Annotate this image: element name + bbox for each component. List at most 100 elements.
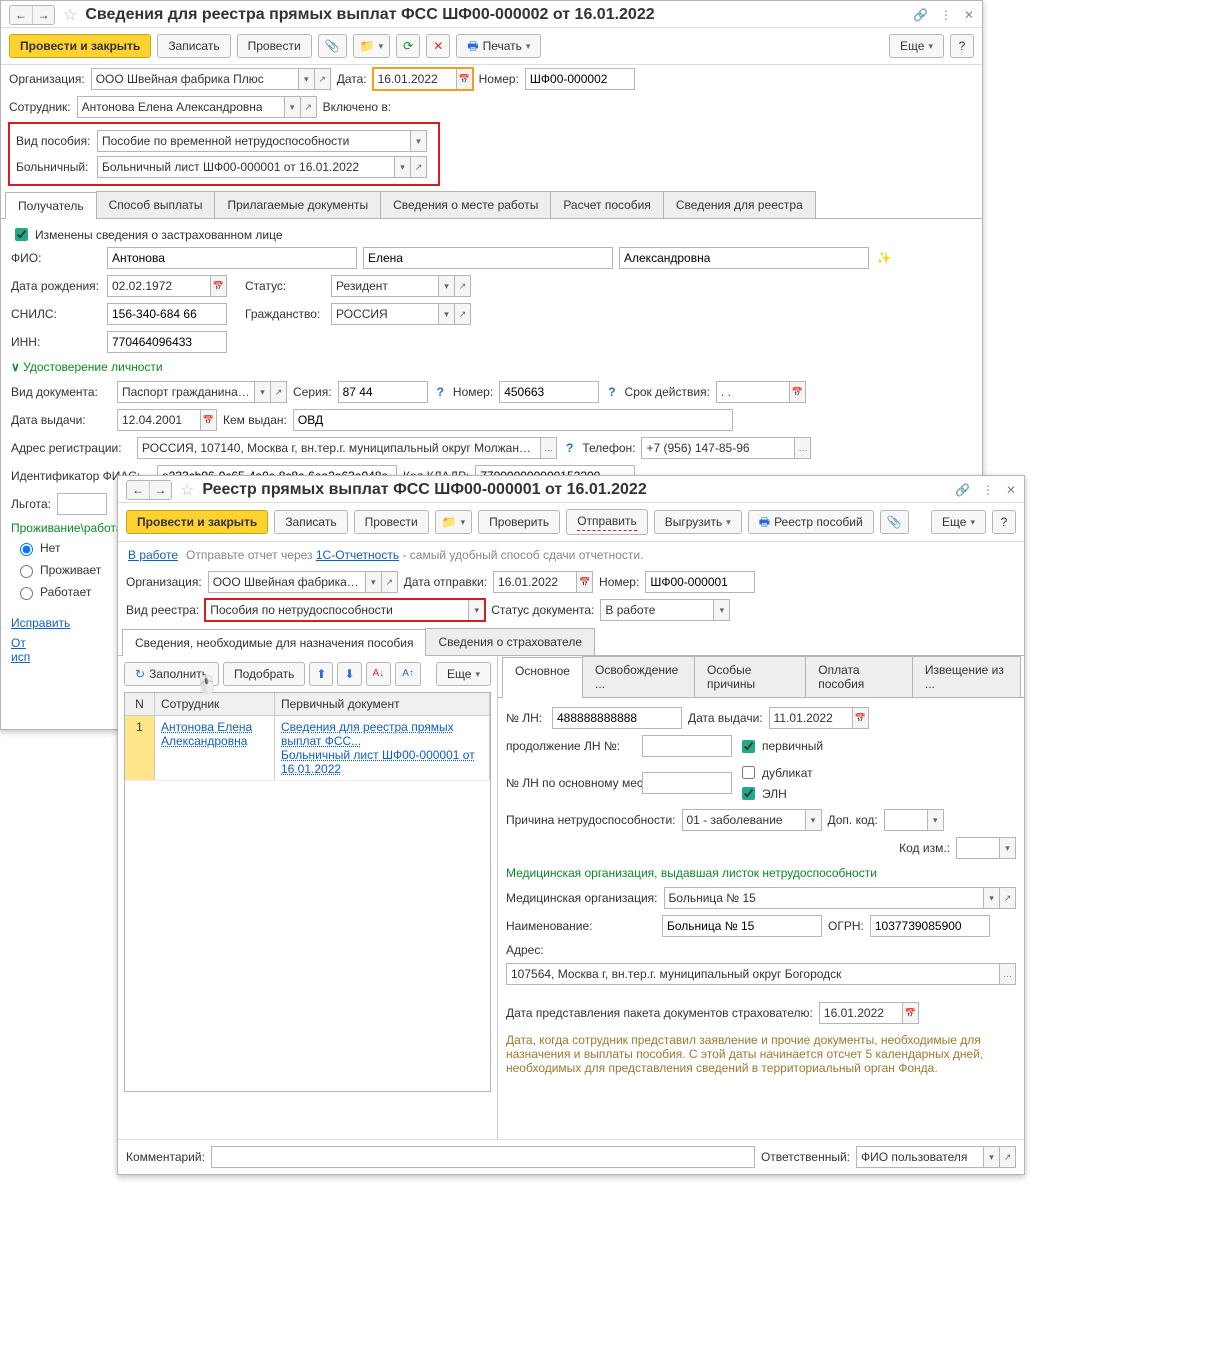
- ln-input[interactable]: [552, 707, 682, 729]
- pick-button[interactable]: Подобрать: [223, 662, 305, 686]
- ogrn-input[interactable]: [870, 915, 990, 937]
- th-emp[interactable]: Сотрудник: [155, 693, 275, 715]
- check-button[interactable]: Проверить: [478, 510, 560, 534]
- org-combo[interactable]: ООО Швейная фабрика Плюс▾↗: [91, 68, 331, 90]
- export-button[interactable]: Выгрузить ▾: [654, 510, 742, 534]
- table-row[interactable]: 1 Антонова Елена Александровна Сведения …: [125, 716, 490, 781]
- tab-insurer-info[interactable]: Сведения о страхователе: [425, 628, 595, 655]
- date-input[interactable]: 16.01.2022📅: [373, 68, 473, 90]
- delete-button[interactable]: ✕: [426, 34, 450, 58]
- inn-input[interactable]: [107, 331, 227, 353]
- name-input[interactable]: [662, 915, 822, 937]
- status-combo[interactable]: Резидент▾↗: [331, 275, 471, 297]
- more-button[interactable]: Еще ▾: [889, 34, 944, 58]
- valid-date-input[interactable]: . . 📅: [716, 381, 806, 403]
- num-input[interactable]: [525, 68, 635, 90]
- save-button-2[interactable]: Записать: [274, 510, 347, 534]
- tab-assignment-info[interactable]: Сведения, необходимые для назначения пос…: [122, 629, 426, 656]
- changed-checkbox[interactable]: Изменены сведения о застрахованном лице: [11, 225, 283, 244]
- medorg-combo[interactable]: Больница № 15▾↗: [664, 887, 1016, 909]
- nav-back[interactable]: ←: [10, 6, 32, 24]
- nav-forward-2[interactable]: →: [149, 481, 171, 499]
- addr-input[interactable]: РОССИЯ, 107140, Москва г, вн.тер.г. муни…: [137, 437, 557, 459]
- help-icon[interactable]: ?: [434, 385, 447, 399]
- attach-button-2[interactable]: 📎: [880, 510, 909, 534]
- folder-button[interactable]: 📁▾: [353, 34, 390, 58]
- status-link[interactable]: В работе: [128, 548, 178, 562]
- emp-combo[interactable]: Антонова Елена Александровна▾↗: [77, 96, 317, 118]
- nav-back-2[interactable]: ←: [127, 481, 149, 499]
- ln-main-input[interactable]: [642, 772, 732, 794]
- series-input[interactable]: [338, 381, 428, 403]
- doc-link-1[interactable]: Сведения для реестра прямых выплат ФСС..…: [281, 720, 483, 748]
- rtab-main[interactable]: Основное: [502, 657, 583, 698]
- org-combo-2[interactable]: ООО Швейная фабрика Плюс▾↗: [208, 571, 398, 593]
- doctype-combo[interactable]: Паспорт гражданина Рос▾↗: [117, 381, 287, 403]
- lastname-input[interactable]: [107, 247, 357, 269]
- doc-link-2[interactable]: Больничный лист ШФ00-000001 от 16.01.202…: [281, 748, 483, 776]
- issued-by-input[interactable]: [293, 409, 733, 431]
- th-n[interactable]: N: [125, 693, 155, 715]
- phone-input[interactable]: +7 (956) 147-85-96…: [641, 437, 811, 459]
- changecode-combo[interactable]: ▾: [956, 837, 1016, 859]
- comment-input[interactable]: [211, 1146, 755, 1168]
- tab-workplace[interactable]: Сведения о месте работы: [380, 191, 551, 218]
- link-icon[interactable]: 🔗: [913, 8, 928, 22]
- 1c-reporting-link[interactable]: 1С-Отчетность: [316, 548, 399, 562]
- tab-registry-info[interactable]: Сведения для реестра: [663, 191, 816, 218]
- post-button[interactable]: Провести: [237, 34, 312, 58]
- help-icon-3[interactable]: ?: [563, 441, 576, 455]
- docnum-input[interactable]: [499, 381, 599, 403]
- tab-attached-docs[interactable]: Прилагаемые документы: [214, 191, 381, 218]
- sort-asc-button[interactable]: A↓: [366, 662, 392, 686]
- help-button-2[interactable]: ?: [992, 510, 1016, 534]
- star-icon-2[interactable]: ☆: [176, 480, 198, 500]
- print-button[interactable]: 🖶 Печать ▾: [456, 34, 541, 58]
- resp-combo[interactable]: ФИО пользователя▾↗: [856, 1146, 1016, 1168]
- rtab-notice[interactable]: Извещение из ...: [912, 656, 1021, 697]
- addr2-input[interactable]: 107564, Москва г, вн.тер.г. муниципальны…: [506, 963, 1016, 985]
- folder-button-2[interactable]: 📁▾: [435, 510, 472, 534]
- send-date-input[interactable]: 16.01.2022📅: [493, 571, 593, 593]
- tab-payment-method[interactable]: Способ выплаты: [96, 191, 216, 218]
- rtab-special[interactable]: Особые причины: [694, 656, 806, 697]
- attach-button[interactable]: 📎: [318, 34, 347, 58]
- nav-forward[interactable]: →: [32, 6, 54, 24]
- tab-recipient[interactable]: Получатель: [5, 192, 97, 219]
- link-icon-2[interactable]: 🔗: [955, 483, 970, 497]
- citizen-combo[interactable]: РОССИЯ▾↗: [331, 303, 471, 325]
- reestr-button[interactable]: 🖶 Реестр пособий: [748, 510, 874, 534]
- issue-date-input[interactable]: 11.01.2022📅: [769, 707, 869, 729]
- primary-checkbox[interactable]: первичный: [738, 737, 823, 756]
- docstatus-combo[interactable]: В работе▾: [600, 599, 730, 621]
- move-down-button[interactable]: ⬇: [337, 662, 361, 686]
- wand-icon[interactable]: ✨: [875, 249, 893, 267]
- cause-combo[interactable]: 01 - заболевание▾: [682, 809, 822, 831]
- use-fix-link[interactable]: исп: [11, 650, 30, 664]
- kind-combo[interactable]: Пособие по временной нетрудоспособности▾: [97, 130, 427, 152]
- cancel-fix-link[interactable]: От: [11, 636, 26, 650]
- addcode-combo[interactable]: ▾: [884, 809, 944, 831]
- save-button[interactable]: Записать: [157, 34, 230, 58]
- cont-input[interactable]: [642, 735, 732, 757]
- snils-input[interactable]: [107, 303, 227, 325]
- more-button-2[interactable]: Еще ▾: [931, 510, 986, 534]
- close-icon[interactable]: ✕: [964, 8, 974, 22]
- refresh-button[interactable]: ⟳: [396, 34, 420, 58]
- th-doc[interactable]: Первичный документ: [275, 693, 490, 715]
- rtab-free[interactable]: Освобождение ...: [582, 656, 695, 697]
- help-button[interactable]: ?: [950, 34, 974, 58]
- move-up-button[interactable]: ⬆: [309, 662, 333, 686]
- kebab-icon-2[interactable]: ⋮: [982, 483, 994, 497]
- rtab-payment[interactable]: Оплата пособия: [805, 656, 913, 697]
- dob-input[interactable]: 02.02.1972📅: [107, 275, 227, 297]
- fix-link[interactable]: Исправить: [11, 616, 70, 630]
- kebab-icon[interactable]: ⋮: [940, 8, 952, 22]
- benefit-combo[interactable]: [57, 493, 107, 515]
- send-button[interactable]: Отправить: [566, 509, 648, 535]
- post-and-close-button[interactable]: Провести и закрыть: [9, 34, 151, 58]
- sick-combo[interactable]: Больничный лист ШФ00-000001 от 16.01.202…: [97, 156, 427, 178]
- changed-checkbox-input[interactable]: [15, 228, 28, 241]
- left-more-button[interactable]: Еще ▾: [436, 662, 491, 686]
- packdate-input[interactable]: 16.01.2022📅: [819, 1002, 919, 1024]
